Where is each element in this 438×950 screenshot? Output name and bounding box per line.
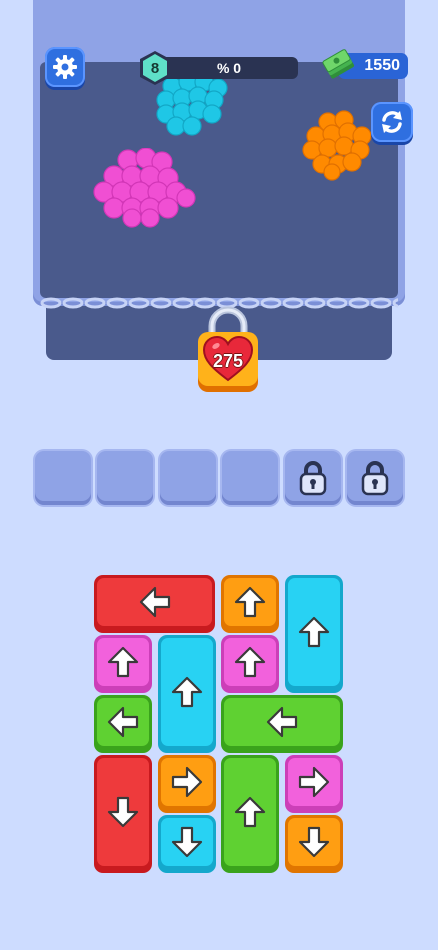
arrow-up-icon (171, 676, 203, 708)
progress-label: % 0 (216, 60, 242, 76)
refresh-button[interactable] (371, 102, 413, 142)
slot-2[interactable] (97, 451, 153, 505)
arrow-up-icon (107, 646, 139, 678)
slot-1[interactable] (35, 451, 91, 505)
arrow-right-icon (298, 766, 330, 798)
pink-block-right[interactable] (285, 755, 343, 813)
level-number: 8 (150, 59, 160, 77)
slot-4[interactable] (222, 451, 278, 505)
lock-counter: 275 (212, 351, 244, 371)
arrow-up-icon (234, 646, 266, 678)
arrow-left-icon (266, 706, 298, 738)
red-block-left[interactable] (94, 575, 215, 633)
progress-bar: % 0 (160, 57, 298, 79)
arrow-right-icon (171, 766, 203, 798)
arrow-down-icon (171, 826, 203, 858)
money-amount: 1550 (364, 57, 400, 74)
arrow-down-icon (107, 796, 139, 828)
pink-block-up[interactable] (221, 635, 279, 693)
slot-6-locked[interactable] (347, 451, 403, 505)
gear-icon (53, 55, 77, 79)
slot-5-locked[interactable] (285, 451, 341, 505)
settings-button[interactable] (45, 47, 85, 87)
slot-3[interactable] (160, 451, 216, 505)
red-block-down[interactable] (94, 755, 152, 873)
heart-padlock-icon (198, 306, 258, 392)
arrow-up-icon (298, 616, 330, 648)
padlock-icon (361, 461, 389, 496)
orange-blob (302, 110, 372, 181)
green-block-left[interactable] (221, 695, 343, 753)
cyan-block-up[interactable] (158, 635, 216, 753)
cyan-block-up[interactable] (285, 575, 343, 693)
pink-block-up[interactable] (94, 635, 152, 693)
arrow-up-icon (234, 586, 266, 618)
level-badge: 8 (138, 50, 172, 86)
padlock-icon (299, 461, 327, 496)
orange-block-up[interactable] (221, 575, 279, 633)
cyan-block-down[interactable] (158, 815, 216, 873)
heart-padlock: 275 (196, 306, 260, 394)
refresh-icon (382, 111, 402, 133)
orange-block-down[interactable] (285, 815, 343, 873)
arrow-left-icon (107, 706, 139, 738)
cash-stack-icon (322, 49, 355, 79)
green-block-up[interactable] (221, 755, 279, 873)
arrow-down-icon (298, 826, 330, 858)
pink-blob (93, 148, 196, 228)
green-block-left[interactable] (94, 695, 152, 753)
orange-block-right[interactable] (158, 755, 216, 813)
arrow-left-icon (139, 586, 170, 618)
arrow-up-icon (234, 796, 266, 828)
